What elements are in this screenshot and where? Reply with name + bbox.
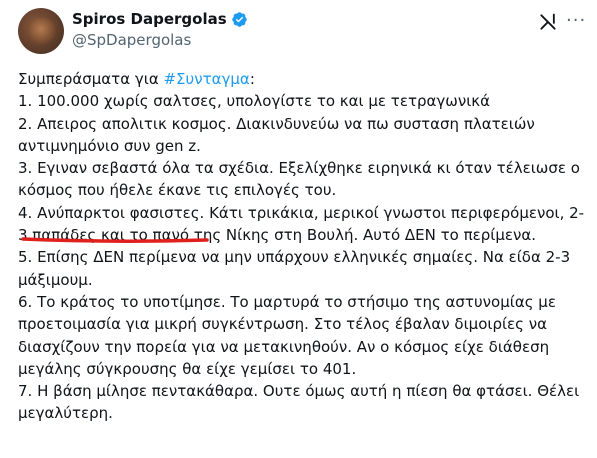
author-display-name[interactable]: Spiros Dapergolas bbox=[72, 10, 227, 28]
tweet-text: Συμπεράσματα για #Συνταγμα: 1. 100.000 χ… bbox=[18, 68, 588, 425]
tweet-line-1: 1. 100.000 χωρίς σαλτσες, υπολογίστε το … bbox=[18, 92, 491, 111]
grok-icon[interactable] bbox=[538, 12, 558, 32]
author-handle[interactable]: @SpDapergolas bbox=[72, 31, 191, 49]
tweet-line-6: 6. Το κράτος το υποτίμησε. Το μαρτυρά το… bbox=[18, 292, 556, 378]
tweet-line-3: 3. Εγιναν σεβαστά όλα τα σχέδια. Εξελίχθ… bbox=[18, 159, 580, 200]
author-name-row: Spiros Dapergolas bbox=[72, 10, 248, 28]
tweet-line-7: 7. Η βάση μίλησε πεντακάθαρα. Ουτε όμως … bbox=[18, 382, 580, 423]
red-annotation-underline bbox=[21, 237, 209, 243]
more-options-icon[interactable]: ··· bbox=[566, 12, 586, 30]
verified-badge-icon bbox=[231, 11, 247, 27]
tweet-line-2: 2. Απειρος απολιτικ κοσμος. Διακινδυνεύω… bbox=[18, 114, 535, 155]
intro-colon: : bbox=[249, 70, 255, 88]
hashtag-link[interactable]: #Συνταγμα bbox=[163, 70, 249, 88]
avatar[interactable] bbox=[18, 8, 64, 54]
intro-text: Συμπεράσματα για bbox=[18, 70, 164, 88]
tweet-intro: Συμπεράσματα για #Συνταγμα: bbox=[18, 68, 588, 90]
tweet-line-5: 5. Επίσης ΔΕΝ περίμενα να μην υπάρχουν ε… bbox=[18, 248, 571, 289]
underlined-phrase: 4. Ανύπαρκτοι φασιστες. bbox=[18, 203, 205, 222]
